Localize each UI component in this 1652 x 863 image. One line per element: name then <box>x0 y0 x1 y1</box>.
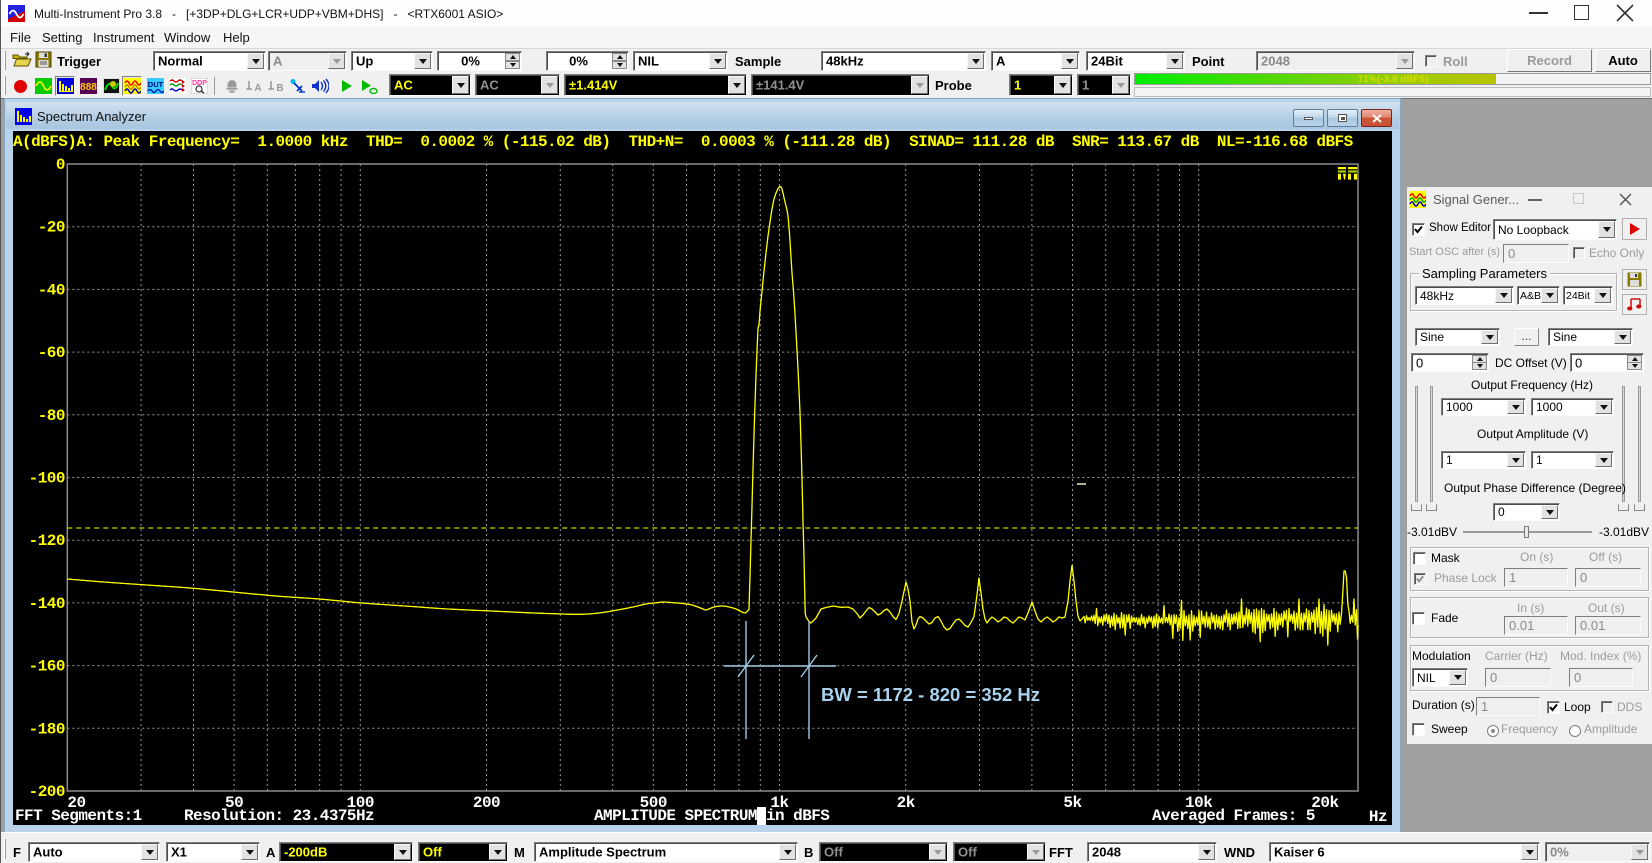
svg-text:-160: -160 <box>29 658 65 676</box>
svg-text:5k: 5k <box>1063 794 1082 812</box>
svg-text:DUT: DUT <box>147 80 163 89</box>
svg-text:A: A <box>254 83 261 94</box>
svg-text:-20: -20 <box>38 219 65 237</box>
svg-text:B: B <box>276 83 283 94</box>
svg-text:-60: -60 <box>38 344 65 362</box>
svg-text:0: 0 <box>56 156 65 174</box>
svg-text:-80: -80 <box>38 407 65 425</box>
svg-text:20k: 20k <box>1311 794 1339 812</box>
svg-text:-140: -140 <box>29 595 65 613</box>
svg-text:-120: -120 <box>29 532 65 550</box>
svg-text:BW = 1172 - 820 = 352 Hz: BW = 1172 - 820 = 352 Hz <box>821 684 1040 705</box>
svg-text:888: 888 <box>80 82 97 93</box>
svg-text:Hz: Hz <box>1369 808 1387 825</box>
svg-text:-100: -100 <box>29 470 65 488</box>
svg-text:2k: 2k <box>897 794 916 812</box>
svg-text:-180: -180 <box>29 720 65 738</box>
svg-text:200: 200 <box>473 794 500 812</box>
svg-text:-200: -200 <box>29 783 65 801</box>
svg-text:-40: -40 <box>38 281 65 299</box>
